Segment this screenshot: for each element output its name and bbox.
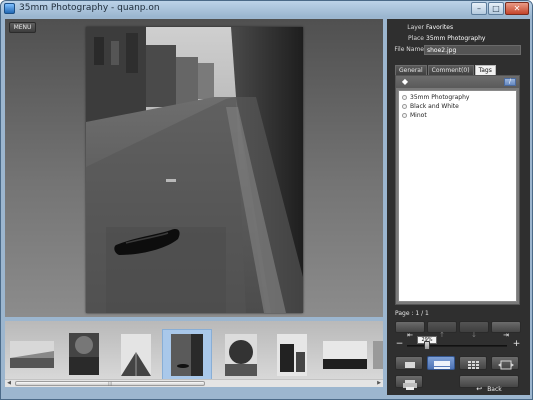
thumbnail-image bbox=[171, 334, 203, 376]
tag-bullet-icon bbox=[402, 112, 407, 118]
app-window: 35mm Photography - quanp.on – □ ✕ MENU ◀… bbox=[0, 0, 533, 400]
thumbnail[interactable] bbox=[373, 341, 383, 369]
thumbnail[interactable] bbox=[69, 333, 99, 375]
thumbnail[interactable] bbox=[323, 341, 367, 369]
page-indicator: Page : 1 / 1 bbox=[395, 310, 429, 317]
thumbnail-image bbox=[277, 334, 307, 376]
tab-comment[interactable]: Comment(0) bbox=[427, 65, 474, 75]
window-controls: – □ ✕ bbox=[470, 2, 529, 15]
tag-bullet-icon bbox=[402, 103, 407, 109]
thumbnail-image bbox=[10, 341, 54, 368]
tag-label: Black and White bbox=[410, 102, 459, 110]
tag-label: Minot bbox=[410, 111, 427, 119]
strip-view-icon bbox=[434, 361, 450, 369]
zoom-slider-handle[interactable] bbox=[424, 341, 430, 350]
layer-row: Layer Favorites bbox=[387, 23, 530, 33]
zoom-in-icon[interactable]: + bbox=[512, 340, 521, 349]
tag-item[interactable]: Black and White bbox=[399, 102, 516, 110]
tab-bar: General Comment(0) Tags bbox=[395, 65, 497, 75]
thumbnail[interactable] bbox=[10, 341, 54, 368]
tab-tags[interactable]: Tags bbox=[474, 65, 496, 75]
back-label: Back bbox=[487, 386, 502, 393]
tag-item[interactable]: Minot bbox=[399, 111, 516, 119]
tag-bullet-icon bbox=[402, 94, 407, 100]
thumbnail-image bbox=[225, 334, 257, 376]
thumbnail-image bbox=[323, 341, 367, 369]
filename-field[interactable]: shoe2.jpg bbox=[424, 45, 521, 55]
grid-view-icon bbox=[468, 361, 479, 369]
thumbnail-strip bbox=[5, 321, 383, 380]
thumbnail[interactable] bbox=[225, 334, 257, 376]
app-icon bbox=[4, 3, 15, 14]
scroll-left-icon[interactable]: ◀ bbox=[5, 380, 13, 387]
grip-icon: ||| bbox=[108, 381, 113, 386]
filename-row: File Name shoe2.jpg bbox=[387, 45, 530, 55]
scrollbar-thumb[interactable]: ||| bbox=[15, 381, 205, 386]
filmstrip-scrollbar[interactable]: ◀ ||| ▶ bbox=[5, 379, 383, 387]
place-label: Place bbox=[408, 35, 424, 42]
next-button[interactable]: ↓ bbox=[459, 321, 489, 339]
tag-label: 35mm Photography bbox=[410, 93, 470, 101]
print-button[interactable] bbox=[395, 375, 423, 390]
scroll-right-icon[interactable]: ▶ bbox=[375, 380, 383, 387]
filmstrip: ◀ ||| ▶ bbox=[5, 321, 383, 387]
main-photo[interactable] bbox=[86, 27, 303, 313]
place-value: 35mm Photography bbox=[426, 35, 486, 42]
fit-view-button[interactable] bbox=[491, 356, 519, 370]
alley-shoe-photo bbox=[86, 27, 303, 313]
zoom-track[interactable] bbox=[407, 345, 507, 347]
single-view-button[interactable] bbox=[395, 356, 423, 370]
thumbnail-image bbox=[69, 333, 99, 375]
place-row: Place 35mm Photography bbox=[387, 34, 530, 44]
minimize-button[interactable]: – bbox=[471, 2, 487, 15]
pencil-icon[interactable]: / bbox=[504, 78, 516, 86]
last-button[interactable]: ⇥ bbox=[491, 321, 521, 339]
tags-panel: ◆ / 35mm Photography Black and White Min… bbox=[395, 75, 520, 305]
layer-value: Favorites bbox=[426, 24, 454, 31]
zoom-out-icon[interactable]: − bbox=[395, 340, 404, 349]
window-title: 35mm Photography - quanp.on bbox=[19, 3, 160, 13]
tag-item[interactable]: 35mm Photography bbox=[399, 93, 516, 101]
menu-button[interactable]: MENU bbox=[9, 22, 36, 33]
tab-general[interactable]: General bbox=[395, 65, 427, 75]
zoom-control: − 29% + bbox=[395, 336, 521, 352]
close-button[interactable]: ✕ bbox=[505, 2, 529, 15]
filename-label: File Name bbox=[394, 46, 424, 53]
thumbnail-image bbox=[373, 341, 383, 369]
tag-list: 35mm Photography Black and White Minot bbox=[398, 90, 517, 302]
thumbnail[interactable] bbox=[277, 334, 307, 376]
title-bar[interactable]: 35mm Photography - quanp.on – □ ✕ bbox=[1, 1, 532, 17]
first-button[interactable]: ⇤ bbox=[395, 321, 425, 339]
back-arrow-icon: ↩ bbox=[476, 385, 483, 393]
prev-button[interactable]: ↑ bbox=[427, 321, 457, 339]
thumbnail-image bbox=[121, 334, 151, 376]
tags-toolbar: ◆ / bbox=[396, 76, 519, 88]
layer-label: Layer bbox=[407, 24, 424, 31]
fit-view-icon bbox=[498, 360, 514, 370]
info-panel: Layer Favorites Place 35mm Photography F… bbox=[387, 19, 530, 395]
thumbnail[interactable] bbox=[121, 334, 151, 376]
photo-viewer: MENU bbox=[5, 19, 383, 317]
print-icon bbox=[403, 380, 417, 390]
single-view-icon bbox=[405, 362, 415, 368]
tag-icon[interactable]: ◆ bbox=[400, 77, 410, 87]
back-button[interactable]: ↩ Back bbox=[459, 375, 519, 393]
maximize-button[interactable]: □ bbox=[488, 2, 504, 15]
grid-view-button[interactable] bbox=[459, 356, 487, 370]
strip-view-button[interactable] bbox=[427, 356, 455, 370]
thumbnail[interactable] bbox=[171, 334, 203, 376]
